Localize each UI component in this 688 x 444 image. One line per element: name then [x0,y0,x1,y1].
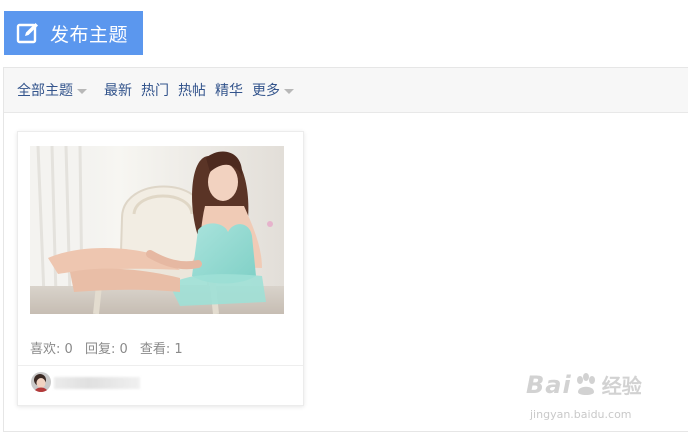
likes-count: 喜欢: 0 [30,342,73,357]
author-name-blurred [54,377,140,389]
replies-count: 回复: 0 [84,342,128,357]
page: 发布主题 全部主题 最新 热门 热帖 精华 更多 喜欢: 0 回复: 0 查看:… [0,0,688,444]
filter-hot[interactable]: 热门 [141,80,169,100]
post-topic-label: 发布主题 [50,23,129,46]
thread-card-footer [18,365,303,406]
thread-stats: 喜欢: 0 回复: 0 查看: 1 [30,338,191,357]
filter-all-label: 全部主题 [17,83,73,99]
views-count: 查看: 1 [139,342,183,357]
edit-icon [16,23,38,44]
filter-more-label: 更多 [252,83,280,99]
thread-thumbnail-image[interactable] [30,146,284,314]
filter-more[interactable]: 更多 [252,80,294,100]
post-topic-button[interactable]: 发布主题 [4,11,143,55]
filter-bar: 全部主题 最新 热门 热帖 精华 更多 [4,68,688,113]
thread-card[interactable]: 喜欢: 0 回复: 0 查看: 1 [17,131,304,406]
author-avatar[interactable] [31,372,51,392]
thread-list-panel: 全部主题 最新 热门 热帖 精华 更多 喜欢: 0 回复: 0 查看: 1 [3,67,688,432]
caret-down-icon [77,88,87,94]
filter-featured[interactable]: 精华 [215,80,243,100]
filter-latest[interactable]: 最新 [104,80,132,100]
caret-down-icon [284,88,294,94]
filter-hot-posts[interactable]: 热帖 [178,80,206,100]
filter-all-topics[interactable]: 全部主题 [17,80,87,100]
